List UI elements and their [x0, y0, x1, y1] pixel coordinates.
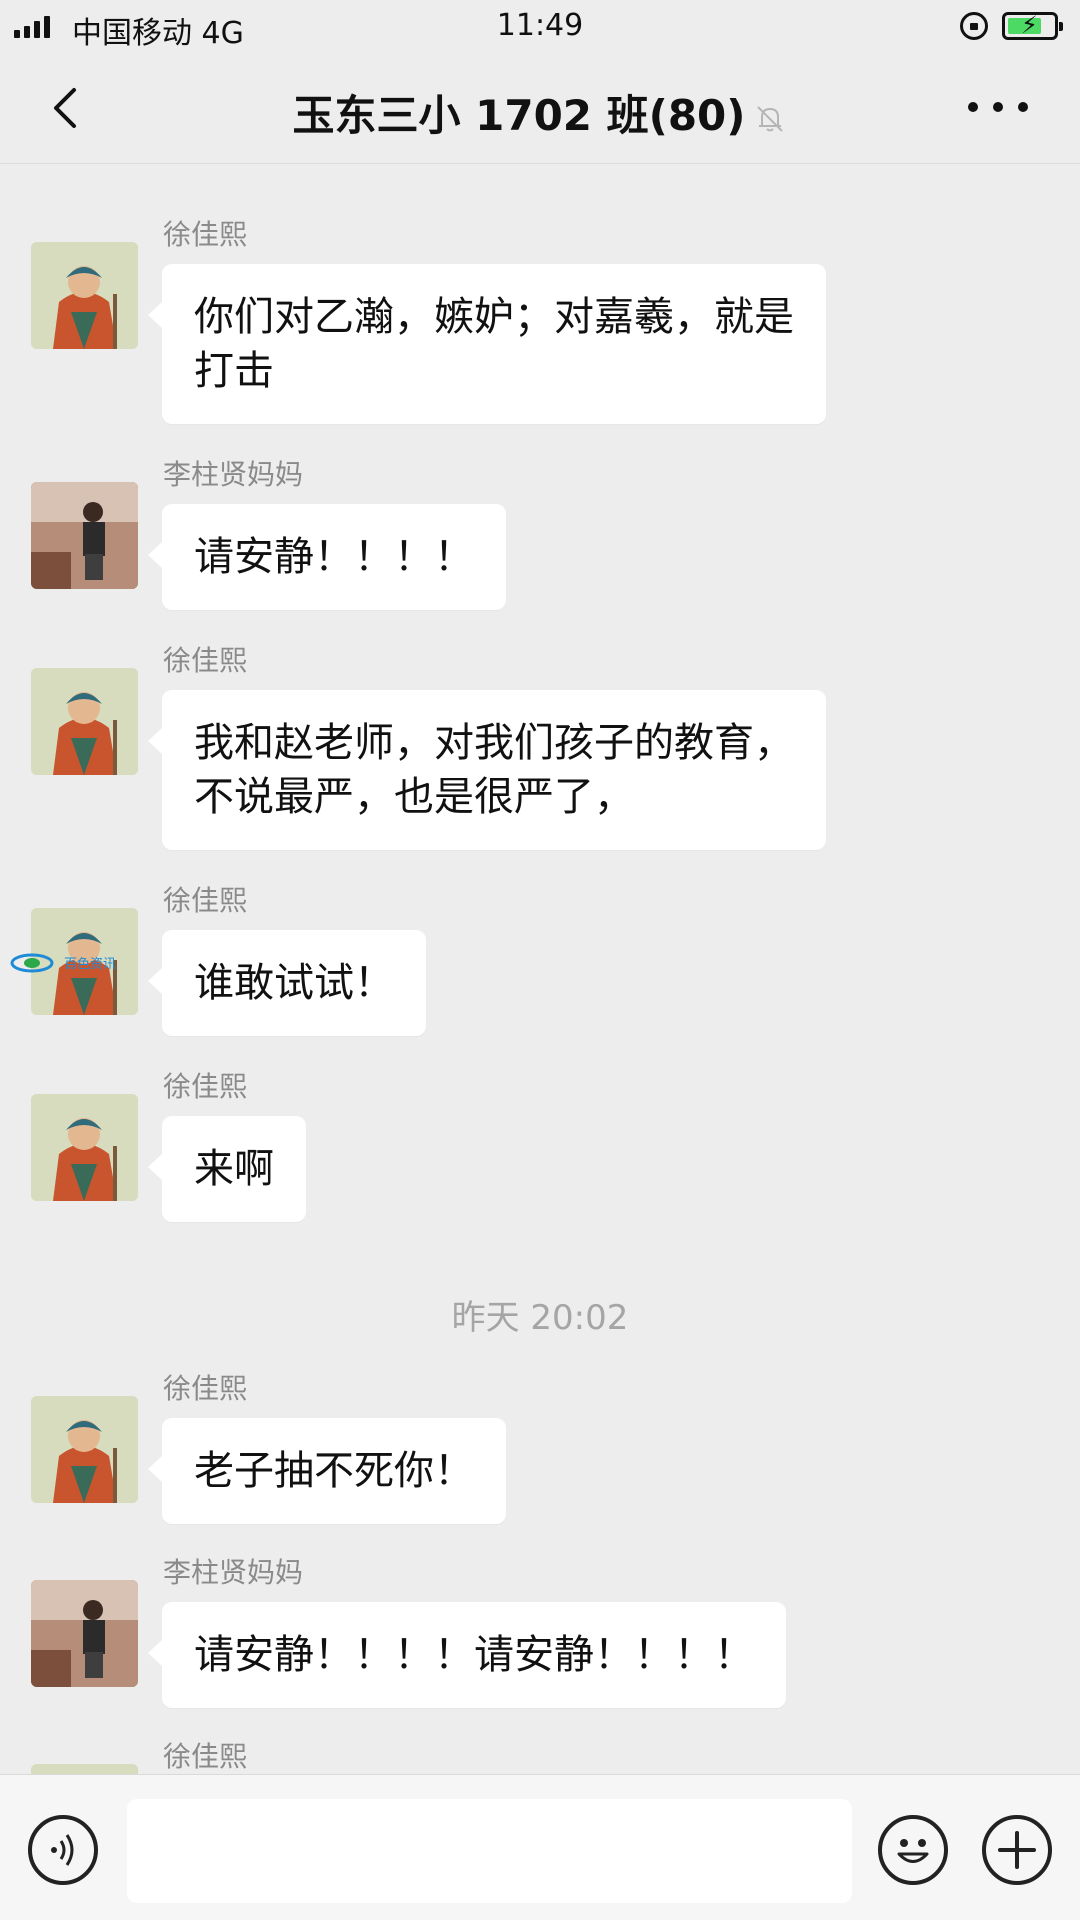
bell-muted-icon [757, 105, 784, 132]
message-bubble[interactable]: 我和赵老师，对我们孩子的教育， 不说最严，也是很严了， [148, 690, 826, 850]
message-line: 不说最严，也是很严了， [194, 774, 634, 820]
avatar[interactable] [31, 1094, 138, 1201]
input-bar [0, 1774, 1080, 1920]
message-line: 我和赵老师，对我们孩子的教育， [194, 720, 794, 766]
voice-button[interactable] [28, 1815, 98, 1885]
avatar[interactable] [31, 482, 138, 589]
clock: 11:49 [496, 8, 584, 43]
sender-name: 李柱贤妈妈 [163, 458, 304, 491]
message-input[interactable] [127, 1799, 852, 1903]
chat-screen: 中国移动 4G 11:49 ⚡ 玉东三小 1702 班(80) 徐佳熙 你们对乙… [0, 0, 1080, 1920]
message-bubble[interactable]: 请安静！！！！ [148, 504, 506, 610]
message-line: 来啊 [194, 1146, 274, 1192]
voice-icon [51, 1834, 74, 1866]
watermark-logo: 百色资讯 [10, 953, 116, 973]
rotation-lock-icon [960, 12, 988, 40]
avatar[interactable] [31, 1580, 138, 1687]
message-line: 谁敢试试！ [194, 960, 394, 1006]
more-icon[interactable] [968, 94, 1028, 120]
status-bar: 中国移动 4G 11:49 ⚡ [0, 0, 1080, 52]
avatar[interactable] [31, 668, 138, 775]
message-bubble[interactable]: 你们对乙瀚，嫉妒；对嘉羲，就是 打击 [148, 264, 826, 424]
message-bubble[interactable]: 请安静！！！！请安静！！！！ [148, 1602, 786, 1708]
sender-name: 徐佳熙 [163, 884, 248, 917]
message-line: 你们对乙瀚，嫉妒；对嘉羲，就是 [194, 294, 794, 340]
sender-name: 徐佳熙 [163, 218, 248, 251]
chat-title: 玉东三小 1702 班(80) [0, 82, 1080, 143]
plus-icon [998, 1831, 1036, 1869]
time-divider: 昨天 20:02 [451, 1298, 629, 1338]
battery-icon: ⚡ [1002, 11, 1063, 40]
emoji-icon [897, 1839, 929, 1863]
sender-name: 徐佳熙 [163, 644, 248, 677]
watermark-text: 百色资讯 [64, 956, 116, 972]
emoji-button[interactable] [878, 1815, 948, 1885]
sender-name: 李柱贤妈妈 [163, 1556, 304, 1589]
add-button[interactable] [982, 1815, 1052, 1885]
sender-name: 徐佳熙 [163, 1070, 248, 1103]
message-line: 打击 [194, 348, 274, 394]
message-bubble[interactable]: 谁敢试试！ [148, 930, 426, 1036]
message-line: 请安静！！！！ [194, 534, 474, 580]
sender-name: 徐佳熙 [163, 1740, 248, 1773]
message-bubble[interactable]: 老子抽不死你！ [148, 1418, 506, 1524]
message-bubble[interactable]: 来啊 [148, 1116, 306, 1222]
message-line: 请安静！！！！请安静！！！！ [194, 1632, 754, 1678]
avatar[interactable] [31, 242, 138, 349]
nav-bar: 玉东三小 1702 班(80) [0, 52, 1080, 164]
sender-name: 徐佳熙 [163, 1372, 248, 1405]
avatar[interactable] [31, 1396, 138, 1503]
chat-title-text: 玉东三小 1702 班(80) [292, 91, 746, 140]
charging-icon: ⚡ [1021, 11, 1038, 39]
message-line: 老子抽不死你！ [194, 1448, 474, 1494]
